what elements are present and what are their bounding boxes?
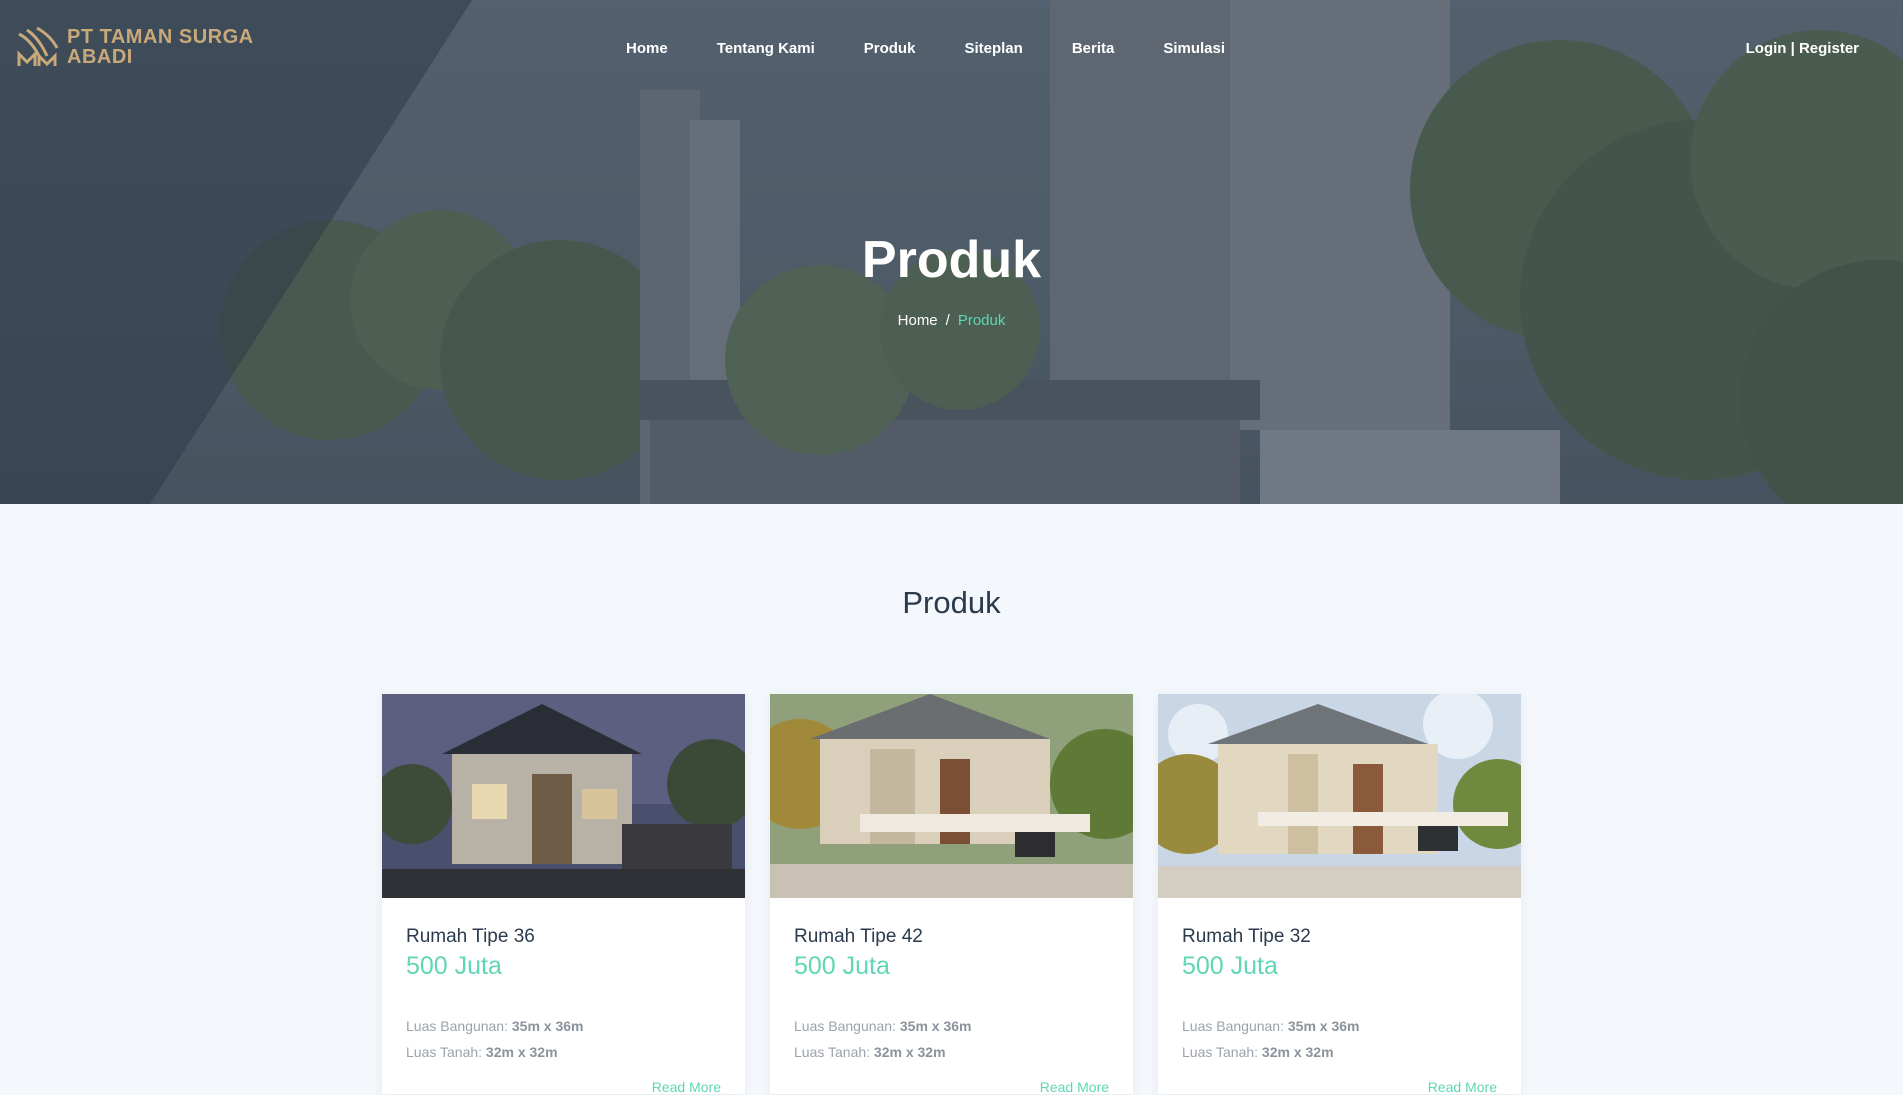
product-image[interactable] (1158, 694, 1521, 898)
product-card[interactable]: Rumah Tipe 36 500 Juta Luas Bangunan: 35… (382, 694, 745, 1095)
nav-home[interactable]: Home (626, 40, 668, 57)
main-nav: Home Tentang Kami Produk Siteplan Berita… (626, 40, 1274, 57)
product-card[interactable]: Rumah Tipe 32 500 Juta Luas Bangunan: 35… (1158, 694, 1521, 1095)
spec-luas-tanah: Luas Tanah: 32m x 32m (1182, 1039, 1497, 1065)
spec-value: 32m x 32m (485, 1044, 558, 1060)
brand-name-line1: PT TAMAN SURGA (67, 26, 254, 48)
nav-produk[interactable]: Produk (864, 40, 916, 57)
spec-luas-bangunan: Luas Bangunan: 35m x 36m (1182, 1013, 1497, 1039)
product-price: 500 Juta (406, 952, 502, 980)
spec-value: 35m x 36m (1287, 1018, 1360, 1034)
spec-label: Luas Bangunan: (794, 1018, 896, 1034)
brand-name-line2: ABADI (67, 46, 133, 68)
product-image[interactable] (770, 694, 1133, 898)
spec-value: 32m x 32m (873, 1044, 946, 1060)
spec-luas-tanah: Luas Tanah: 32m x 32m (406, 1039, 721, 1065)
breadcrumb: Home / Produk (0, 312, 1903, 329)
product-price: 500 Juta (794, 952, 890, 980)
spec-label: Luas Tanah: (406, 1044, 483, 1060)
spec-value: 35m x 36m (899, 1018, 972, 1034)
brand-logo[interactable]: PT TAMAN SURGA ABADI (17, 26, 254, 68)
section-title: Produk (902, 585, 1001, 620)
nav-tentang-kami[interactable]: Tentang Kami (717, 40, 815, 57)
brand-name: PT TAMAN SURGA ABADI (67, 27, 254, 67)
page-title: Produk (861, 231, 1042, 289)
breadcrumb-home[interactable]: Home (898, 312, 938, 329)
nav-berita[interactable]: Berita (1072, 40, 1115, 57)
breadcrumb-separator: / (945, 312, 950, 329)
product-name: Rumah Tipe 36 (406, 926, 535, 947)
spec-label: Luas Tanah: (1182, 1044, 1259, 1060)
spec-luas-tanah: Luas Tanah: 32m x 32m (794, 1039, 1109, 1065)
product-card[interactable]: Rumah Tipe 42 500 Juta Luas Bangunan: 35… (770, 694, 1133, 1095)
spec-label: Luas Bangunan: (1182, 1018, 1284, 1034)
product-list: Rumah Tipe 36 500 Juta Luas Bangunan: 35… (382, 694, 1521, 1095)
spec-label: Luas Tanah: (794, 1044, 871, 1060)
breadcrumb-current: Produk (957, 312, 1006, 329)
read-more-link[interactable]: Read More (794, 1079, 1109, 1095)
logo-icon (17, 26, 59, 67)
nav-siteplan[interactable]: Siteplan (964, 40, 1022, 57)
spec-value: 32m x 32m (1261, 1044, 1334, 1060)
auth-links: Login | Register (1746, 40, 1859, 57)
product-price: 500 Juta (1182, 952, 1278, 980)
spec-value: 35m x 36m (511, 1018, 584, 1034)
read-more-link[interactable]: Read More (1182, 1079, 1497, 1095)
hero-banner: PT TAMAN SURGA ABADI Home Tentang Kami P… (0, 0, 1903, 504)
read-more-link[interactable]: Read More (406, 1079, 721, 1095)
product-name: Rumah Tipe 42 (794, 926, 923, 947)
nav-simulasi[interactable]: Simulasi (1163, 40, 1225, 57)
login-register-link[interactable]: Login | Register (1746, 40, 1859, 57)
spec-luas-bangunan: Luas Bangunan: 35m x 36m (406, 1013, 721, 1039)
spec-luas-bangunan: Luas Bangunan: 35m x 36m (794, 1013, 1109, 1039)
product-name: Rumah Tipe 32 (1182, 926, 1311, 947)
product-image[interactable] (382, 694, 745, 898)
spec-label: Luas Bangunan: (406, 1018, 508, 1034)
